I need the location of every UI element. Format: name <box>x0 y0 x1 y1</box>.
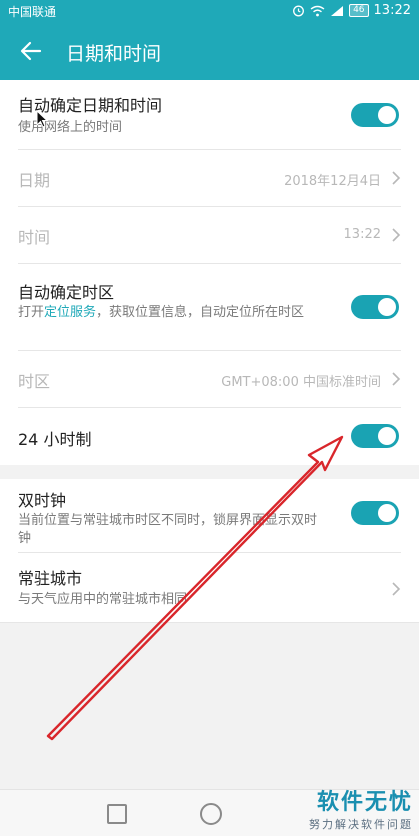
recent-apps-icon[interactable] <box>107 804 127 824</box>
auto-datetime-toggle[interactable] <box>351 103 399 127</box>
auto-timezone-subtitle: 打开定位服务，获取位置信息，自动定位所在时区 <box>18 304 328 322</box>
subtitle-prefix: 打开 <box>18 305 45 320</box>
settings-group-datetime: 自动确定日期和时间 使用网络上的时间 日期 2018年12月4日 时间 13:2… <box>0 80 419 465</box>
dual-clock-row[interactable]: 双时钟 当前位置与常驻城市时区不同时，锁屏界面显示双时钟 <box>18 479 401 553</box>
battery-icon: 46 <box>349 4 369 17</box>
timezone-title: 时区 <box>18 372 51 391</box>
auto-timezone-toggle[interactable] <box>351 295 399 319</box>
settings-group-clock: 双时钟 当前位置与常驻城市时区不同时，锁屏界面显示双时钟 常驻城市 与天气应用中… <box>0 479 419 623</box>
chevron-right-icon <box>392 582 401 596</box>
home-icon[interactable] <box>200 803 222 825</box>
hour24-title: 24 小时制 <box>18 430 92 449</box>
status-time: 13:22 <box>373 3 411 18</box>
home-city-subtitle: 与天气应用中的常驻城市相同 <box>18 592 188 607</box>
time-title: 时间 <box>18 228 51 247</box>
alarm-icon <box>293 5 305 17</box>
chevron-right-icon <box>392 372 401 386</box>
location-service-link[interactable]: 定位服务 <box>44 305 96 320</box>
auto-timezone-title: 自动确定时区 <box>18 283 115 302</box>
status-icons: 46 13:22 <box>292 3 411 18</box>
auto-datetime-subtitle: 使用网络上的时间 <box>18 120 123 135</box>
section-gap <box>0 465 419 479</box>
dual-clock-subtitle: 当前位置与常驻城市时区不同时，锁屏界面显示双时钟 <box>18 513 318 546</box>
dual-clock-toggle[interactable] <box>351 501 399 525</box>
date-value: 2018年12月4日 <box>284 174 381 189</box>
watermark-subtitle: 努力解决软件问题 <box>309 818 413 831</box>
chevron-right-icon <box>392 228 401 242</box>
home-city-title: 常驻城市 <box>18 569 83 588</box>
subtitle-suffix: ，获取位置信息，自动定位所在时区 <box>96 305 305 320</box>
home-city-row[interactable]: 常驻城市 与天气应用中的常驻城市相同 <box>18 553 401 622</box>
signal-icon <box>331 5 344 16</box>
watermark: 软件无忧 努力解决软件问题 <box>293 784 413 832</box>
time-row[interactable]: 时间 13:22 <box>18 207 401 264</box>
dual-clock-title: 双时钟 <box>18 491 67 510</box>
watermark-title: 软件无忧 <box>316 790 413 815</box>
hour24-toggle[interactable] <box>351 424 399 448</box>
status-bar: 中国联通 46 13:22 <box>0 0 419 22</box>
carrier-name: 中国联通 <box>8 5 57 19</box>
date-row[interactable]: 日期 2018年12月4日 <box>18 150 401 207</box>
date-title: 日期 <box>18 171 51 190</box>
timezone-row[interactable]: 时区 GMT+08:00 中国标准时间 <box>18 351 401 408</box>
auto-timezone-row[interactable]: 自动确定时区 打开定位服务，获取位置信息，自动定位所在时区 <box>18 264 401 351</box>
auto-datetime-row[interactable]: 自动确定日期和时间 使用网络上的时间 <box>18 80 401 150</box>
settings-content: 自动确定日期和时间 使用网络上的时间 日期 2018年12月4日 时间 13:2… <box>0 80 419 790</box>
hour24-row[interactable]: 24 小时制 <box>18 408 401 465</box>
mouse-cursor-icon <box>36 110 48 128</box>
wifi-icon <box>310 5 325 16</box>
app-bar: 日期和时间 <box>0 22 419 80</box>
time-value: 13:22 <box>343 227 381 242</box>
page-title: 日期和时间 <box>66 43 162 65</box>
chevron-right-icon <box>392 171 401 185</box>
arrow-left-icon[interactable] <box>18 38 44 64</box>
timezone-value: GMT+08:00 中国标准时间 <box>221 375 381 390</box>
